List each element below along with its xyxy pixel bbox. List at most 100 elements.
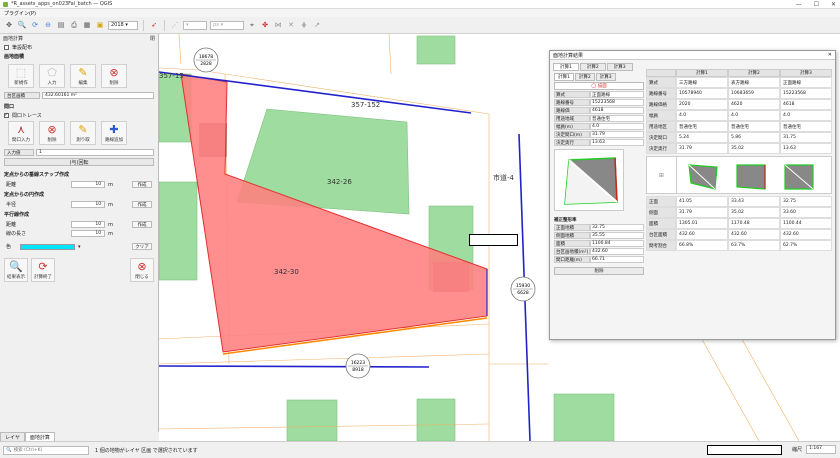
form-row: 決定奥行 13.63 (554, 139, 644, 146)
form-value[interactable]: 31.79 (590, 131, 644, 138)
draw-clear-button[interactable]: ◯ 描面 (554, 82, 644, 90)
svg-text:16223: 16223 (351, 360, 365, 366)
label-357-152: 357-152 (351, 101, 380, 109)
sub-tab-3[interactable]: 計算3 (595, 73, 616, 81)
table-cell: 41.05 (676, 196, 728, 207)
result-window-title: 面地計算結果 (553, 52, 584, 59)
table-cell: 算式 (646, 77, 676, 88)
parallel-distance-spin[interactable]: 10 (71, 221, 106, 228)
close-panel-button[interactable]: ⊗ 閉じる (130, 258, 154, 282)
table-cell: 幅員 (646, 110, 676, 121)
circle-create-button[interactable]: 作成 (132, 201, 152, 208)
road-marker[interactable]: 16223 8918 (345, 353, 371, 379)
result-window: 面地計算結果 ✕ 計算1 計算2 計算3 計算1 計算2 計算3 ◯ 描面 算式… (549, 50, 836, 340)
frontage-icon: ⋏ (16, 123, 26, 136)
input-button[interactable]: ⬠ 入力 (39, 64, 65, 88)
new-button[interactable]: ⬚ 新規作 (8, 64, 34, 88)
input-value-field[interactable]: 1 (36, 149, 154, 156)
measure-button[interactable]: ✎ 測り取 (70, 121, 96, 145)
reference-label: 筆設配布 (12, 45, 33, 51)
edit-button[interactable]: ✎ 編集 (70, 64, 96, 88)
panel-close-button[interactable]: 閉 (150, 35, 155, 42)
digitize-icon[interactable]: ➶ (149, 20, 159, 30)
frontage-delete-button[interactable]: ⊗ 削除 (39, 121, 65, 145)
search-icon: 🔍 (6, 447, 12, 453)
refresh-icon[interactable]: ⟳ (30, 20, 40, 30)
building (416, 35, 456, 65)
popup-tab-1[interactable]: 計算1 (553, 63, 579, 71)
menu-plugins[interactable]: プラグイン(P) (4, 10, 36, 17)
snap-icon[interactable]: ⌖ (247, 20, 257, 30)
close-icon[interactable]: ✕ (828, 52, 832, 58)
form-value[interactable]: 普通住宅 (590, 115, 644, 122)
minimize-button[interactable]: — (796, 1, 802, 8)
form-value[interactable]: 4.0 (590, 123, 644, 130)
print-icon[interactable]: ⎙ (69, 20, 79, 30)
rotate-button[interactable]: (与)回転 (4, 158, 154, 166)
tree-icon[interactable]: ✤ (260, 20, 270, 30)
form-value[interactable]: 正面路線 (590, 91, 644, 98)
close-window-button[interactable]: ✕ (831, 1, 836, 8)
table-row: 正面 41.05 33.43 32.75 (646, 196, 832, 207)
sub-tab-2[interactable]: 計算2 (574, 73, 595, 81)
table-cell: 4.0 (728, 110, 780, 121)
clear-button[interactable]: クリア (132, 243, 152, 250)
road-marker[interactable]: 15930 6628 (510, 276, 536, 302)
table-cell: 432.60 (780, 229, 832, 240)
popup-tab-2[interactable]: 計算2 (579, 63, 606, 71)
reference-checkbox[interactable] (4, 45, 9, 50)
result-table: 計算1 計算2 計算3 算式 三方路線 表方路線 正面路線 路線番号 10578940 10683… (646, 69, 832, 251)
unit-label: m (108, 230, 113, 237)
year-select[interactable]: 2018 ▾ (108, 20, 138, 30)
parallel-create-button[interactable]: 作成 (132, 221, 152, 228)
select-icon[interactable]: ▣ (95, 20, 105, 30)
pan-icon[interactable]: ✥ (4, 20, 14, 30)
line-length-spin[interactable]: 10 (71, 230, 106, 237)
table-row: 用途地区 普通住宅 普通住宅 普通住宅 (646, 121, 832, 132)
form-label: 路線番号 (554, 99, 590, 106)
road-marker[interactable]: 18678 2828 (193, 47, 219, 73)
scale-input[interactable]: 1:167 (806, 445, 836, 454)
search-input[interactable]: 🔍 検索 (Ctrl+K) (3, 445, 89, 455)
zoom-out-icon[interactable]: ⊖ (43, 20, 53, 30)
form-value[interactable]: 4618 (590, 107, 644, 114)
zoom-in-icon[interactable]: 🔍 (17, 20, 27, 30)
perp-create-button[interactable]: 作成 (132, 181, 152, 188)
color-picker[interactable] (20, 243, 76, 250)
popup-delete-button[interactable]: 削除 (554, 267, 644, 275)
node-tool-icon[interactable]: ⋰ (170, 20, 180, 30)
cross-icon[interactable]: ✕ (286, 20, 296, 30)
shape-preview (554, 149, 624, 211)
toolbar: ✥ 🔍 ⟳ ⊖ ▤ ⎙ ▦ ▣ 2018 ▾ ➶ ⋰ ▾ px ▾ ⌖ ✤ ⋈ … (0, 17, 840, 34)
form-value[interactable]: 15223568 (590, 99, 644, 106)
status-message: 1 個の地物がレイヤ 区画 で選択されています (95, 447, 198, 454)
building (286, 399, 338, 441)
chevron-down-icon[interactable]: ▾ (78, 244, 81, 250)
maximize-button[interactable]: ☐ (814, 1, 819, 8)
popup-tab-3[interactable]: 計算3 (606, 63, 633, 71)
table-icon[interactable]: ▦ (82, 20, 92, 30)
plus-icon: ✚ (109, 123, 119, 136)
delete-button[interactable]: ⊗ 削除 (101, 64, 127, 88)
table-cell: 間考割合 (646, 240, 676, 251)
grid-icon[interactable]: ⋕ (299, 20, 309, 30)
show-result-button[interactable]: 🔍 結果表示 (4, 258, 28, 282)
table-cell: 台区面積 (646, 229, 676, 240)
snap-select[interactable]: ▾ (183, 20, 207, 30)
lines-icon[interactable]: ⋈ (273, 20, 283, 30)
table-header-cell: 計算1 (676, 69, 728, 77)
radius-spin[interactable]: 10 (71, 201, 106, 208)
summary-value: 432.60 (590, 248, 644, 255)
sub-tab-1[interactable]: 計算1 (554, 73, 574, 81)
form-value[interactable]: 13.63 (590, 139, 644, 146)
end-calc-button[interactable]: ⟳ 計算終了 (31, 258, 55, 282)
layer-icon[interactable]: ▤ (56, 20, 66, 30)
tolerance-select[interactable]: px ▾ (210, 20, 244, 30)
distance-spin[interactable]: 10 (71, 181, 106, 188)
frontage-input-button[interactable]: ⋏ 間口入力 (8, 121, 34, 145)
table-cell: 31.79 (676, 207, 728, 218)
add-road-button[interactable]: ✚ 路線追加 (101, 121, 127, 145)
trace-checkbox[interactable]: ✓ (4, 113, 9, 118)
arrow-icon[interactable]: ↗ (312, 20, 322, 30)
area-value-field[interactable]: 432.60161 m² (42, 92, 154, 99)
